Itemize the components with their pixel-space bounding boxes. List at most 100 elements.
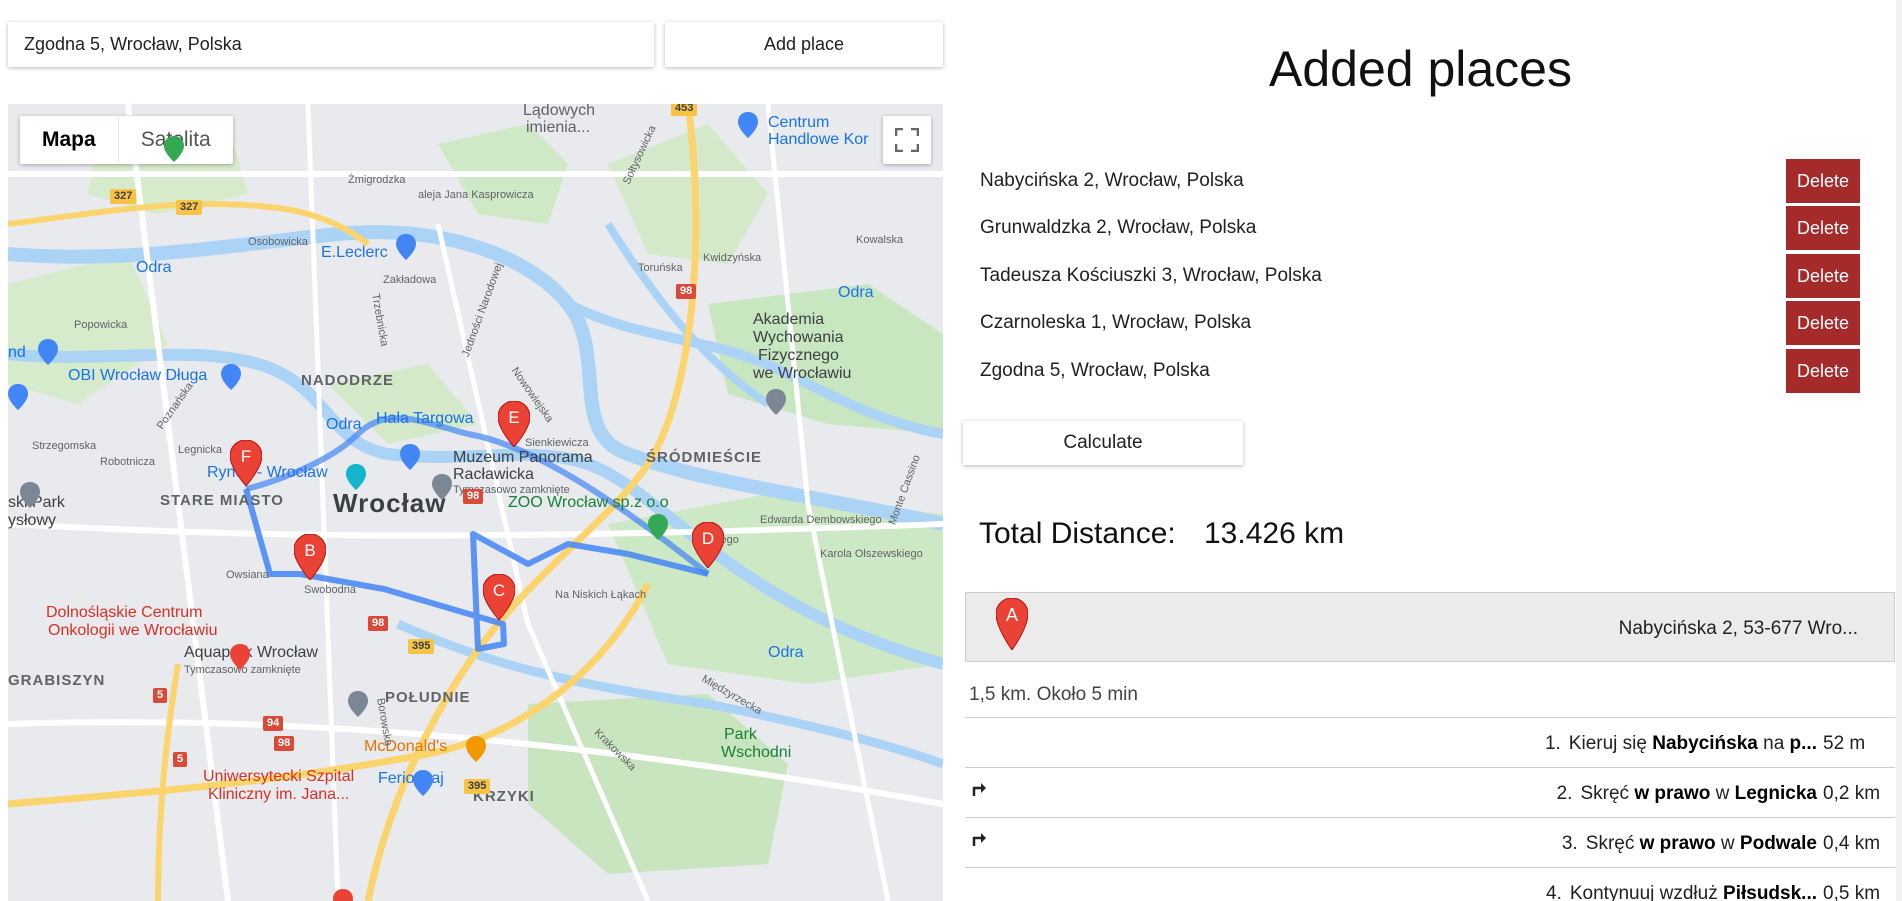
map-label: Odra [768, 644, 804, 661]
map-label: Toruńska [638, 262, 683, 274]
map-label: Aquapark Wrocław [184, 644, 318, 661]
leg-summary: 1,5 km. Około 5 min [969, 684, 1138, 705]
address-input[interactable] [8, 22, 654, 67]
map-label: Odra [326, 416, 362, 433]
map-label: Dolnośląskie Centrum [46, 604, 203, 621]
map-label: Legnicka [178, 444, 223, 456]
route-marker-d[interactable]: D [691, 521, 725, 569]
map-label: Akademia [753, 311, 825, 328]
fullscreen-button[interactable] [883, 116, 931, 164]
route-marker-b[interactable]: B [293, 533, 327, 581]
map-label: Kowalska [856, 234, 904, 246]
page-scrollbar[interactable] [1896, 0, 1902, 901]
route-marker-f[interactable]: F [229, 439, 263, 487]
map-label: nd [8, 344, 26, 361]
map-label: Muzeum Panorama [453, 449, 593, 466]
road-shield: 98 [274, 736, 295, 751]
total-distance-value: 13.426 km [1204, 517, 1345, 550]
map-label: Rynek - Wrocław [207, 464, 328, 481]
place-name: Zgodna 5, Wrocław, Polska [980, 360, 1210, 381]
map-label: Sienkiewicza [525, 437, 589, 449]
delete-place-button[interactable]: Delete [1786, 254, 1860, 298]
zoo-poi-icon [648, 514, 668, 540]
map-label: Wschodni [721, 744, 792, 761]
landmark-poi-icon [346, 464, 366, 490]
shopping-poi-icon [8, 384, 28, 410]
map-label: Kliniczny im. Jana... [208, 786, 350, 803]
map-label: STARE MIASTO [160, 492, 284, 509]
place-name: Grunwaldzka 2, Wrocław, Polska [980, 217, 1257, 238]
map-label: Kwidzyńska [703, 252, 762, 264]
road-shield: 5 [153, 688, 168, 703]
map-label: imienia... [526, 119, 591, 136]
map-type-map-button[interactable]: Mapa [20, 116, 119, 164]
road-shield: 395 [464, 779, 491, 794]
map-label: Na Niskich Łąkach [555, 589, 647, 601]
place-row: Nabycińska 2, Wrocław, Polska Delete [963, 159, 1878, 203]
marker-label: B [304, 541, 316, 560]
step-text: 4. Kontynuuj wzdłuż Piłsudsk... [1546, 883, 1817, 901]
direction-step[interactable]: 3. Skręć w prawo w Podwale 0,4 km [965, 817, 1895, 867]
map-label: Handlowe Kor [768, 131, 869, 148]
route-marker-e[interactable]: E [497, 400, 531, 448]
delete-place-button[interactable]: Delete [1786, 349, 1860, 393]
hospital-poi-icon [230, 644, 250, 670]
road-shield: 5 [173, 752, 188, 767]
delete-place-button[interactable]: Delete [1786, 206, 1860, 250]
map-label: Uniwersytecki Szpital [203, 768, 355, 785]
add-place-button[interactable]: Add place [665, 22, 943, 67]
direction-step[interactable]: 1. Kieruj się Nabycińska na p... 52 m [965, 717, 1895, 767]
place-row: Czarnoleska 1, Wrocław, Polska Delete [963, 301, 1878, 345]
map-label: Swobodna [304, 584, 356, 596]
map-label: Żmigrodzka [348, 174, 406, 186]
calculate-button[interactable]: Calculate [963, 421, 1243, 465]
shopping-poi-icon [738, 112, 758, 138]
shopping-poi-icon [413, 770, 433, 796]
shopping-poi-icon [221, 364, 241, 390]
marker-label: D [701, 529, 715, 548]
total-distance-label: Total Distance: [979, 517, 1176, 550]
road-shield: 395 [408, 639, 435, 654]
place-row: Zgodna 5, Wrocław, Polska Delete [963, 349, 1878, 393]
map-label: Ferio Gaj [378, 770, 444, 787]
marker-label: F [240, 447, 252, 466]
map-label: ŚRÓDMIEŚCIE [646, 449, 763, 466]
direction-step[interactable]: 2. Skręć w prawo w Legnicka 0,2 km [965, 767, 1895, 817]
road-shield: 98 [463, 489, 484, 504]
map-label: Osobowicka [248, 236, 308, 248]
delete-place-button[interactable]: Delete [1786, 301, 1860, 345]
step-distance: 0,2 km [1823, 783, 1881, 804]
direction-step[interactable]: 4. Kontynuuj wzdłuż Piłsudsk... 0,5 km [965, 867, 1895, 901]
turn-right-icon [972, 783, 986, 796]
place-name: Tadeusza Kościuszki 3, Wrocław, Polska [980, 265, 1322, 286]
map-label: Lądowych [523, 104, 596, 119]
map-label: Strzegomska [32, 440, 97, 452]
step-distance: 0,5 km [1823, 883, 1881, 901]
map-label: Owsiana [226, 569, 269, 581]
marker-label: C [492, 581, 506, 600]
step-distance: 52 m [1823, 733, 1866, 754]
shopping-poi-icon [396, 234, 416, 260]
directions-leg-header[interactable]: A Nabycińska 2, 53-677 Wro... [965, 592, 1895, 662]
road-shield: 98 [676, 284, 697, 299]
step-distance: 0,4 km [1823, 833, 1881, 854]
map-label: POŁUDNIE [385, 689, 471, 706]
map-label: Park [724, 726, 757, 743]
map-label: McDonald's [364, 738, 448, 755]
fullscreen-icon [895, 128, 919, 152]
place-name: Czarnoleska 1, Wrocław, Polska [980, 312, 1252, 333]
shopping-poi-icon [400, 444, 420, 470]
road-shield: 94 [263, 716, 284, 731]
marker-label: A [1005, 605, 1018, 625]
map-label: NADODRZE [301, 372, 394, 389]
map[interactable]: Mapa Satelita Lądowych imienia... Centru… [8, 104, 943, 901]
route-marker-c[interactable]: C [482, 573, 516, 621]
landmark-poi-icon [348, 691, 368, 717]
map-label: Odra [136, 259, 172, 276]
map-label: Wrocław [333, 488, 447, 518]
map-label: Wychowania [753, 329, 844, 346]
delete-place-button[interactable]: Delete [1786, 159, 1860, 203]
step-text: 3. Skręć w prawo w Podwale [1561, 833, 1817, 854]
university-poi-icon [766, 389, 786, 415]
leg-marker: A [995, 597, 1029, 651]
